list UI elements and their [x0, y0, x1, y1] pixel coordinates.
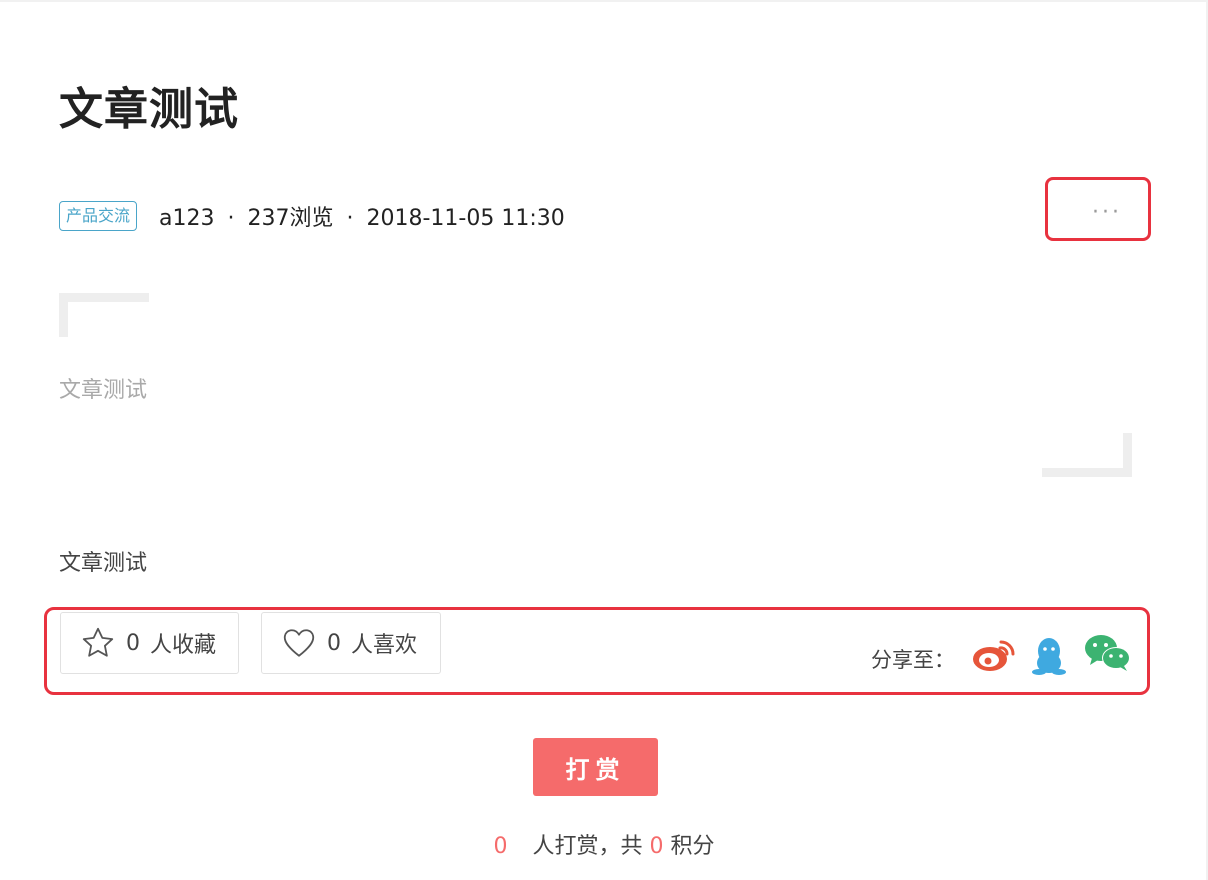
like-label: 人喜欢: [351, 633, 418, 658]
like-button[interactable]: 0 人喜欢: [261, 612, 441, 674]
author-name[interactable]: a123: [159, 206, 214, 231]
reward-count: 0: [493, 834, 508, 859]
publish-date: 2018-11-05 11:30: [366, 206, 565, 231]
reward-text: 人打赏，共: [532, 834, 643, 859]
star-icon: [82, 627, 114, 657]
meta-separator: ·: [346, 206, 354, 231]
share-label: 分享至：: [871, 648, 955, 672]
wechat-icon[interactable]: [1084, 634, 1132, 672]
quote-mark-close: [1042, 468, 1132, 477]
reward-points-unit: 积分: [670, 834, 715, 859]
category-tag[interactable]: 产品交流: [59, 201, 138, 231]
quote-mark-open: [59, 293, 149, 302]
weibo-icon[interactable]: [971, 636, 1017, 674]
collect-count: 0: [126, 630, 140, 656]
reward-points: 0: [649, 834, 664, 859]
meta-separator: ·: [227, 206, 235, 231]
reward-summary: 0 人打赏，共 0 积分: [0, 828, 1208, 860]
article-meta: 产品交流 a123 · 237浏览 · 2018-11-05 11:30: [59, 198, 565, 234]
like-count: 0: [327, 630, 341, 656]
top-border: [0, 0, 1208, 2]
view-count: 237浏览: [247, 206, 334, 231]
quote-mark-close: [1123, 433, 1132, 477]
article-body: 文章测试: [59, 551, 148, 576]
article-title: 文章测试: [59, 84, 239, 135]
heart-icon: [283, 629, 315, 657]
article-quote: 文章测试: [59, 378, 148, 403]
qq-icon[interactable]: [1032, 636, 1066, 676]
reward-button[interactable]: 打赏: [533, 738, 658, 796]
meta-info: a123 · 237浏览 · 2018-11-05 11:30: [159, 200, 565, 232]
ellipsis-icon[interactable]: ···: [1092, 202, 1122, 224]
quote-mark-open: [59, 293, 68, 337]
collect-label: 人收藏: [150, 633, 217, 658]
collect-button[interactable]: 0 人收藏: [60, 612, 239, 674]
